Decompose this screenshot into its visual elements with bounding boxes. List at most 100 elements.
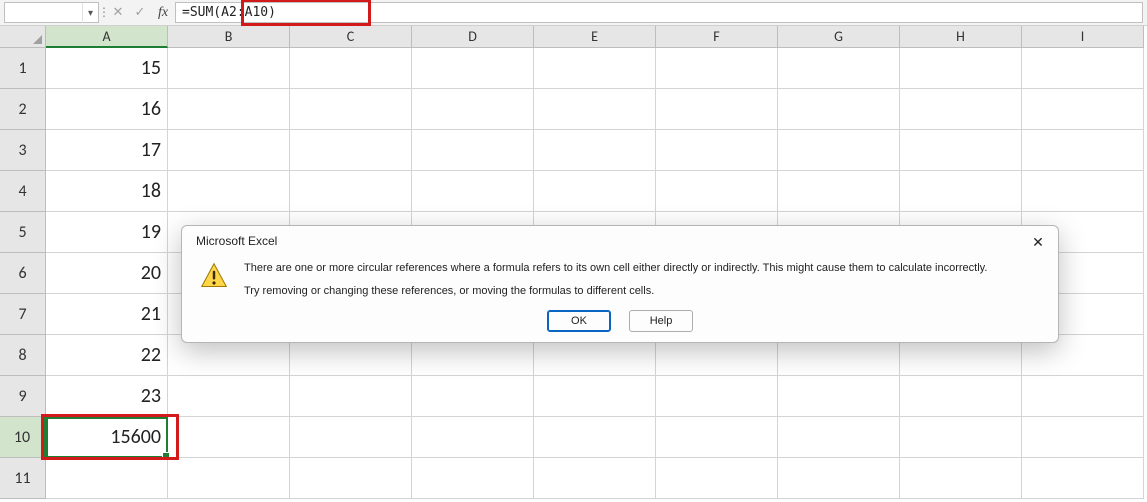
cell-F4[interactable]	[656, 171, 778, 212]
cell-C3[interactable]	[290, 130, 412, 171]
dialog-line-2: Try removing or changing these reference…	[244, 283, 1042, 300]
cell-B2[interactable]	[168, 89, 290, 130]
cell-E4[interactable]	[534, 171, 656, 212]
warning-icon	[200, 262, 228, 290]
cell-E2[interactable]	[534, 89, 656, 130]
cell-B4[interactable]	[168, 171, 290, 212]
cell-E11[interactable]	[534, 458, 656, 499]
cell-A6[interactable]: 20	[46, 253, 168, 294]
row-10: 15600	[46, 417, 1147, 458]
row-header-5[interactable]: 5	[0, 212, 46, 253]
cell-G10[interactable]	[778, 417, 900, 458]
confirm-formula-icon[interactable]: ✓	[129, 0, 151, 25]
fx-icon[interactable]: fx	[151, 0, 175, 25]
cell-B1[interactable]	[168, 48, 290, 89]
column-header-F[interactable]: F	[656, 26, 778, 48]
row-header-10[interactable]: 10	[0, 417, 46, 458]
cell-D4[interactable]	[412, 171, 534, 212]
cell-D10[interactable]	[412, 417, 534, 458]
cell-A10[interactable]: 15600	[46, 417, 168, 458]
name-box-dropdown-icon[interactable]: ▾	[82, 3, 98, 23]
column-header-G[interactable]: G	[778, 26, 900, 48]
cell-A9[interactable]: 23	[46, 376, 168, 417]
column-header-H[interactable]: H	[900, 26, 1022, 48]
cell-G9[interactable]	[778, 376, 900, 417]
cell-D11[interactable]	[412, 458, 534, 499]
cell-B11[interactable]	[168, 458, 290, 499]
cell-G3[interactable]	[778, 130, 900, 171]
cell-B10[interactable]	[168, 417, 290, 458]
help-button[interactable]: Help	[629, 310, 693, 332]
cancel-formula-icon[interactable]: ✕	[107, 0, 129, 25]
close-icon[interactable]: ✕	[1028, 232, 1048, 252]
cell-A1[interactable]: 15	[46, 48, 168, 89]
cell-I4[interactable]	[1022, 171, 1144, 212]
column-header-E[interactable]: E	[534, 26, 656, 48]
cell-H1[interactable]	[900, 48, 1022, 89]
formula-input[interactable]: =SUM(A2:A10)	[175, 2, 1143, 23]
cell-F10[interactable]	[656, 417, 778, 458]
cell-I1[interactable]	[1022, 48, 1144, 89]
cell-F3[interactable]	[656, 130, 778, 171]
cell-I10[interactable]	[1022, 417, 1144, 458]
ok-button[interactable]: OK	[547, 310, 611, 332]
cell-C2[interactable]	[290, 89, 412, 130]
name-box[interactable]: ▾	[4, 2, 99, 23]
cell-E1[interactable]	[534, 48, 656, 89]
cell-G11[interactable]	[778, 458, 900, 499]
cell-D9[interactable]	[412, 376, 534, 417]
row-header-2[interactable]: 2	[0, 89, 46, 130]
cell-A5[interactable]: 19	[46, 212, 168, 253]
cell-H3[interactable]	[900, 130, 1022, 171]
column-header-B[interactable]: B	[168, 26, 290, 48]
cell-E3[interactable]	[534, 130, 656, 171]
cell-H10[interactable]	[900, 417, 1022, 458]
cell-F1[interactable]	[656, 48, 778, 89]
row-header-8[interactable]: 8	[0, 335, 46, 376]
cell-A3[interactable]: 17	[46, 130, 168, 171]
column-header-D[interactable]: D	[412, 26, 534, 48]
cell-I9[interactable]	[1022, 376, 1144, 417]
row-header-6[interactable]: 6	[0, 253, 46, 294]
cell-H2[interactable]	[900, 89, 1022, 130]
cell-A8[interactable]: 22	[46, 335, 168, 376]
select-all-cell[interactable]	[0, 26, 46, 48]
cell-C1[interactable]	[290, 48, 412, 89]
row-header-4[interactable]: 4	[0, 171, 46, 212]
cell-C9[interactable]	[290, 376, 412, 417]
cell-G4[interactable]	[778, 171, 900, 212]
cell-C4[interactable]	[290, 171, 412, 212]
cell-E10[interactable]	[534, 417, 656, 458]
cell-E9[interactable]	[534, 376, 656, 417]
column-header-C[interactable]: C	[290, 26, 412, 48]
cell-I3[interactable]	[1022, 130, 1144, 171]
cell-H11[interactable]	[900, 458, 1022, 499]
row-header-3[interactable]: 3	[0, 130, 46, 171]
row-header-7[interactable]: 7	[0, 294, 46, 335]
column-header-A[interactable]: A	[46, 26, 168, 48]
cell-B9[interactable]	[168, 376, 290, 417]
cell-I2[interactable]	[1022, 89, 1144, 130]
cell-A4[interactable]: 18	[46, 171, 168, 212]
row-header-9[interactable]: 9	[0, 376, 46, 417]
cell-F2[interactable]	[656, 89, 778, 130]
cell-F9[interactable]	[656, 376, 778, 417]
cell-H9[interactable]	[900, 376, 1022, 417]
cell-H4[interactable]	[900, 171, 1022, 212]
cell-I11[interactable]	[1022, 458, 1144, 499]
cell-C10[interactable]	[290, 417, 412, 458]
row-header-11[interactable]: 11	[0, 458, 46, 499]
cell-D3[interactable]	[412, 130, 534, 171]
row-header-1[interactable]: 1	[0, 48, 46, 89]
column-header-I[interactable]: I	[1022, 26, 1144, 48]
cell-G1[interactable]	[778, 48, 900, 89]
cell-D2[interactable]	[412, 89, 534, 130]
cell-B3[interactable]	[168, 130, 290, 171]
cell-G2[interactable]	[778, 89, 900, 130]
cell-C11[interactable]	[290, 458, 412, 499]
cell-F11[interactable]	[656, 458, 778, 499]
cell-A7[interactable]: 21	[46, 294, 168, 335]
cell-A11[interactable]	[46, 458, 168, 499]
cell-A2[interactable]: 16	[46, 89, 168, 130]
cell-D1[interactable]	[412, 48, 534, 89]
